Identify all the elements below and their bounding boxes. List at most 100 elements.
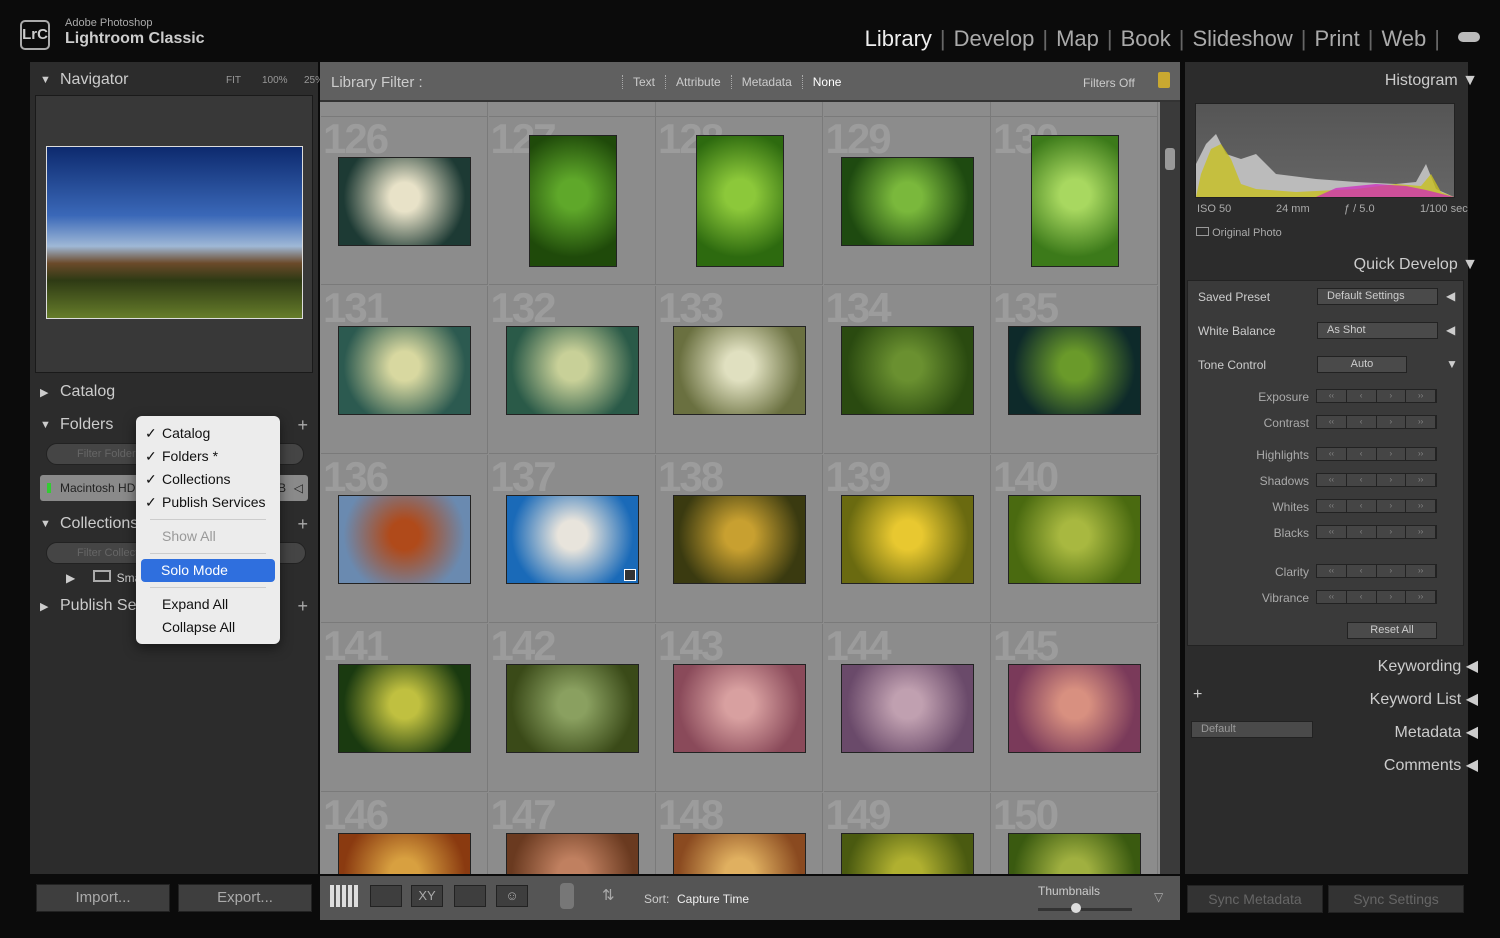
comments-header[interactable]: Comments ◀	[1384, 755, 1478, 775]
module-print[interactable]: Print	[1306, 26, 1367, 52]
vibrance-steppers[interactable]: ‹‹ ‹ › ››	[1316, 590, 1437, 604]
contrast-steppers[interactable]: ‹‹ ‹ › ››	[1316, 415, 1437, 429]
loupe-view-icon[interactable]	[370, 885, 402, 907]
stepper-button[interactable]: ‹	[1346, 500, 1377, 512]
navigator-image[interactable]	[46, 146, 303, 319]
thumbnail-image[interactable]	[1008, 495, 1141, 584]
metadata-preset-select[interactable]: Default	[1191, 721, 1313, 738]
white-balance-select[interactable]: As Shot	[1317, 322, 1438, 339]
stepper-button[interactable]: ››	[1406, 474, 1436, 486]
slider-handle[interactable]	[1070, 903, 1081, 913]
grid-cell[interactable]: 129	[823, 117, 991, 285]
menu-item-folders[interactable]: ✓ Folders *	[136, 445, 280, 468]
add-collection-icon[interactable]: +	[297, 514, 308, 535]
preset-collapse-icon[interactable]: ◀	[1446, 289, 1455, 303]
survey-view-icon[interactable]	[454, 885, 486, 907]
whites-steppers[interactable]: ‹‹ ‹ › ››	[1316, 499, 1437, 513]
grid-cell[interactable]: 148	[656, 793, 823, 874]
stepper-button[interactable]: ›	[1376, 474, 1407, 486]
stepper-button[interactable]: ››	[1406, 526, 1436, 538]
stepper-button[interactable]: ›	[1376, 565, 1407, 577]
thumbnail-image[interactable]	[673, 664, 806, 753]
grid-cell[interactable]: 137	[488, 455, 656, 623]
add-publish-icon[interactable]: +	[297, 596, 308, 617]
grid-cell[interactable]: 134	[823, 286, 991, 454]
module-book[interactable]: Book	[1113, 26, 1179, 52]
stepper-button[interactable]: ›	[1376, 416, 1407, 428]
module-slideshow[interactable]: Slideshow	[1184, 26, 1300, 52]
grid-cell[interactable]: 138	[656, 455, 823, 623]
wb-collapse-icon[interactable]: ◀	[1446, 323, 1455, 337]
grid-cell[interactable]: 133	[656, 286, 823, 454]
filter-preset-select[interactable]: Filters Off	[1083, 76, 1135, 90]
stepper-button[interactable]: ››	[1406, 448, 1436, 460]
tone-expand-icon[interactable]: ▼	[1446, 357, 1458, 371]
thumbnail-image[interactable]	[505, 664, 639, 753]
stepper-button[interactable]: ‹‹	[1317, 390, 1347, 402]
keyword-list-header[interactable]: Keyword List ◀	[1370, 689, 1478, 709]
volume-triangle-icon[interactable]: ◁	[294, 475, 303, 501]
thumbnail-image[interactable]	[528, 135, 617, 267]
grid-cell[interactable]: 149	[823, 793, 991, 874]
stepper-button[interactable]: ‹‹	[1317, 500, 1347, 512]
thumbnail-image[interactable]	[505, 833, 639, 874]
stepper-button[interactable]: ‹	[1346, 390, 1377, 402]
saved-preset-select[interactable]: Default Settings	[1317, 288, 1438, 305]
cloud-icon[interactable]	[1458, 32, 1480, 42]
toolbar-menu-icon[interactable]: ▽	[1154, 890, 1163, 904]
grid-cell[interactable]: 126	[321, 117, 488, 285]
thumbnail-image[interactable]	[840, 833, 974, 874]
sort-select[interactable]: Capture Time	[677, 892, 749, 906]
menu-item-collections[interactable]: ✓ Collections	[136, 468, 280, 491]
thumbnail-image[interactable]	[338, 833, 471, 874]
grid-cell[interactable]: 136	[321, 455, 488, 623]
compare-view-icon[interactable]: XY	[411, 885, 443, 907]
thumbnail-image[interactable]	[1031, 135, 1119, 267]
zoom-100[interactable]: 100%	[262, 75, 288, 86]
thumbnail-image[interactable]	[673, 833, 806, 874]
sync-settings-button[interactable]: Sync Settings	[1328, 885, 1464, 913]
grid-cell[interactable]: 128	[656, 117, 823, 285]
grid-cell[interactable]: 141	[321, 624, 488, 792]
grid-cell[interactable]: 147	[488, 793, 656, 874]
thumbnail-image[interactable]	[840, 326, 974, 415]
thumbnail-image[interactable]	[505, 495, 639, 584]
highlights-steppers[interactable]: ‹‹ ‹ › ››	[1316, 447, 1437, 461]
stepper-button[interactable]: ‹‹	[1317, 448, 1347, 460]
grid-cell[interactable]: 139	[823, 455, 991, 623]
stepper-button[interactable]: ‹‹	[1317, 474, 1347, 486]
thumbnail-image[interactable]	[505, 326, 639, 415]
original-photo-toggle[interactable]: Original Photo	[1196, 227, 1282, 239]
stepper-button[interactable]: ›	[1376, 591, 1407, 603]
stepper-button[interactable]: ‹	[1346, 474, 1377, 486]
shadows-steppers[interactable]: ‹‹ ‹ › ››	[1316, 473, 1437, 487]
grid-cell[interactable]: 140	[991, 455, 1158, 623]
grid-cell[interactable]: 150	[991, 793, 1158, 874]
reset-all-button[interactable]: Reset All	[1347, 622, 1437, 639]
menu-item-catalog[interactable]: ✓ Catalog	[136, 422, 280, 445]
clarity-steppers[interactable]: ‹‹ ‹ › ››	[1316, 564, 1437, 578]
module-web[interactable]: Web	[1373, 26, 1434, 52]
histogram-header[interactable]: Histogram ▼	[1385, 72, 1478, 90]
grid-cell[interactable]: 130	[991, 117, 1158, 285]
thumbnail-image[interactable]	[840, 664, 974, 753]
grid-cell[interactable]: 132	[488, 286, 656, 454]
menu-item-publish-services[interactable]: ✓ Publish Services	[136, 491, 280, 514]
stepper-button[interactable]: ››	[1406, 591, 1436, 603]
stepper-button[interactable]: ‹‹	[1317, 526, 1347, 538]
navigator-header[interactable]: ▼ Navigator FIT 100% 25%	[30, 64, 324, 96]
stepper-button[interactable]: ›	[1376, 448, 1407, 460]
thumbnail-image[interactable]	[338, 495, 471, 584]
grid-cell[interactable]: 127	[488, 117, 656, 285]
menu-item-collapse-all[interactable]: Collapse All	[136, 616, 280, 639]
stepper-button[interactable]: ›	[1376, 526, 1407, 538]
quick-develop-header[interactable]: Quick Develop ▼	[1354, 256, 1478, 274]
import-button[interactable]: Import...	[36, 884, 170, 912]
histogram[interactable]	[1195, 103, 1455, 198]
thumbnail-image[interactable]	[338, 157, 471, 246]
catalog-header[interactable]: ▶ Catalog	[30, 376, 318, 408]
auto-tone-button[interactable]: Auto	[1317, 356, 1407, 373]
grid-cell[interactable]: 131	[321, 286, 488, 454]
stepper-button[interactable]: ‹‹	[1317, 591, 1347, 603]
menu-item-expand-all[interactable]: Expand All	[136, 593, 280, 616]
